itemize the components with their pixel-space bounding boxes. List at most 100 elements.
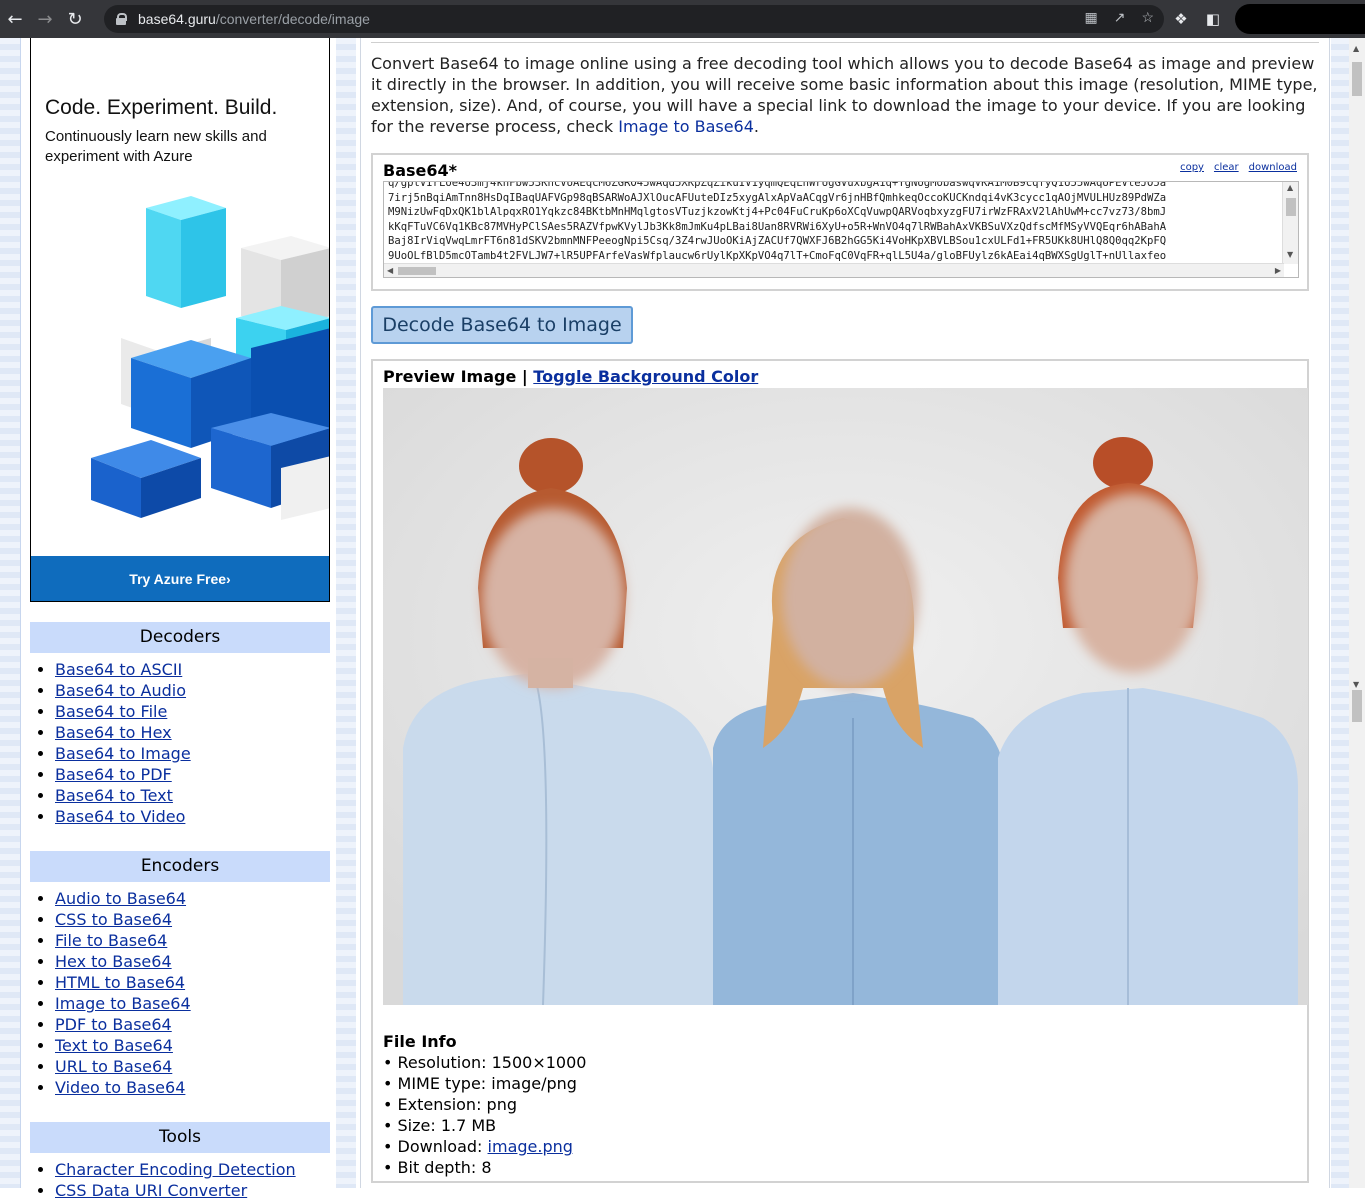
link-base64-to-pdf[interactable]: Base64 to PDF [55,765,172,784]
base64-line: Baj8IrViqVwqLmrFT6n81dSKV2bmnMNFPeeogNpi… [388,235,1167,247]
link-css-data-uri-converter[interactable]: CSS Data URI Converter [55,1181,247,1200]
bit-depth-info: • Bit depth: 8 [383,1158,492,1177]
decoders-list: Base64 to ASCII Base64 to Audio Base64 t… [30,659,330,827]
link-text-to-base64[interactable]: Text to Base64 [55,1036,173,1055]
list-item: Base64 to File [55,701,330,722]
translate-icon[interactable]: ▦ [1084,9,1097,26]
link-css-to-base64[interactable]: CSS to Base64 [55,910,172,929]
back-icon[interactable]: ← [0,0,30,38]
bookmark-star-icon[interactable]: ☆ [1141,9,1154,26]
page-scrollbar[interactable]: ▲ ▼ [1349,38,1365,1188]
base64-line: q/gptVIrLoe4U3mj4knFbw53KncVUAEqcM6ZGRO4… [388,181,1167,189]
link-image-to-base64-inline[interactable]: Image to Base64 [618,117,754,136]
main-content: Convert Base64 to image online using a f… [360,38,1330,1188]
forward-icon[interactable]: → [30,0,60,38]
list-item: Base64 to Hex [55,722,330,743]
preview-label: Preview Image | [383,367,534,386]
list-item: Character Encoding Detection [55,1159,330,1180]
download-image-link[interactable]: image.png [488,1137,573,1156]
link-video-to-base64[interactable]: Video to Base64 [55,1078,185,1097]
link-file-to-base64[interactable]: File to Base64 [55,931,167,950]
tools-heading: Tools [30,1122,330,1153]
azure-ad-banner[interactable]: Code. Experiment. Build. Continuously le… [30,38,330,602]
scroll-down-icon[interactable]: ▼ [1353,680,1359,689]
base64-textarea[interactable]: q/gptVIrLoe4U3mj4knFbw53KncVUAEqcM6ZGRO4… [383,181,1299,278]
lock-icon[interactable] [116,13,127,25]
encoders-list: Audio to Base64 CSS to Base64 File to Ba… [30,888,330,1098]
scroll-thumb[interactable] [1352,690,1362,722]
resolution-info: • Resolution: 1500×1000 [383,1053,587,1072]
reload-icon[interactable]: ↻ [60,0,90,38]
profile-area[interactable] [1235,4,1365,34]
link-pdf-to-base64[interactable]: PDF to Base64 [55,1015,172,1034]
decode-base64-to-image-button[interactable]: Decode Base64 to Image [371,306,633,344]
base64-text: q/gptVIrLoe4U3mj4knFbw53KncVUAEqcM6ZGRO4… [388,181,1278,263]
scroll-down-icon[interactable]: ▼ [1287,250,1293,259]
extension-info: • Extension: png [383,1095,517,1114]
url-host: base64.guru [138,11,216,27]
list-item: Base64 to Video [55,806,330,827]
list-item: CSS to Base64 [55,909,330,930]
list-item: PDF to Base64 [55,1014,330,1035]
download-link[interactable]: download [1249,162,1297,173]
list-item: Image to Base64 [55,993,330,1014]
scroll-left-icon[interactable]: ◀ [387,266,393,275]
base64-label: Base64* [383,161,457,180]
encoders-heading: Encoders [30,851,330,882]
scroll-right-icon[interactable]: ▶ [1275,266,1281,275]
link-character-encoding-detection[interactable]: Character Encoding Detection [55,1160,296,1179]
list-item: Audio to Base64 [55,888,330,909]
list-item: CSS Data URI Converter [55,1180,330,1201]
try-azure-free-button[interactable]: Try Azure Free› [31,556,329,601]
divider [371,42,1319,43]
toggle-background-color-link[interactable]: Toggle Background Color [533,367,758,386]
size-info: • Size: 1.7 MB [383,1116,497,1135]
share-icon[interactable]: ↗ [1114,9,1126,26]
copy-link[interactable]: copy [1180,162,1204,173]
link-url-to-base64[interactable]: URL to Base64 [55,1057,172,1076]
clear-link[interactable]: clear [1214,162,1239,173]
scroll-up-icon[interactable]: ▲ [1353,44,1359,53]
address-bar[interactable]: base64.guru/converter/decode/image ▦ ↗ ☆ [104,5,1164,33]
base64-line: M9NizUwFqDxQK1blAlpqxRO1Yqkzc84BKtbMnHMq… [388,206,1167,218]
link-base64-to-text[interactable]: Base64 to Text [55,786,173,805]
link-image-to-base64[interactable]: Image to Base64 [55,994,191,1013]
scroll-up-icon[interactable]: ▲ [1287,183,1293,192]
base64-line: 7irj5nBqiAmTnn8HsDqIBaqUAFVGp98qBSARWoAJ… [388,191,1167,204]
link-base64-to-file[interactable]: Base64 to File [55,702,167,721]
cubes-illustration [91,196,329,520]
scroll-thumb[interactable] [398,267,436,275]
sidebar: Code. Experiment. Build. Continuously le… [30,38,330,1201]
extensions-icon[interactable]: ❖ [1165,10,1197,28]
page-background-strip [336,38,356,1188]
link-base64-to-audio[interactable]: Base64 to Audio [55,681,186,700]
decoders-heading: Decoders [30,622,330,653]
list-item: File to Base64 [55,930,330,951]
download-prefix: • Download: [383,1137,488,1156]
scroll-thumb[interactable] [1286,198,1296,216]
divider [20,38,21,1188]
link-base64-to-ascii[interactable]: Base64 to ASCII [55,660,182,679]
list-item: Base64 to ASCII [55,659,330,680]
link-base64-to-image[interactable]: Base64 to Image [55,744,191,763]
list-item: HTML to Base64 [55,972,330,993]
link-audio-to-base64[interactable]: Audio to Base64 [55,889,186,908]
list-item: Base64 to Image [55,743,330,764]
link-base64-to-video[interactable]: Base64 to Video [55,807,185,826]
decoded-image-preview [383,388,1308,1005]
link-base64-to-hex[interactable]: Base64 to Hex [55,723,172,742]
list-item: Base64 to Text [55,785,330,806]
page-background-strip [1331,38,1349,1188]
textarea-vertical-scrollbar[interactable]: ▲ ▼ [1282,182,1298,264]
download-info: • Download: image.png [383,1136,586,1157]
link-html-to-base64[interactable]: HTML to Base64 [55,973,185,992]
base64-line: 9UoOLfBlD5mcOTamb4t2FVLJW7+lR5UPFArfeVas… [388,249,1167,262]
link-hex-to-base64[interactable]: Hex to Base64 [55,952,172,971]
browser-toolbar: ← → ↻ base64.guru/converter/decode/image… [0,0,1365,38]
base64-actions: copy clear download [1180,162,1297,173]
side-panel-icon[interactable]: ◧ [1197,10,1229,28]
list-item: Base64 to PDF [55,764,330,785]
list-item: Text to Base64 [55,1035,330,1056]
scroll-thumb[interactable] [1352,62,1362,96]
textarea-horizontal-scrollbar[interactable]: ◀ ▶ [384,263,1284,277]
